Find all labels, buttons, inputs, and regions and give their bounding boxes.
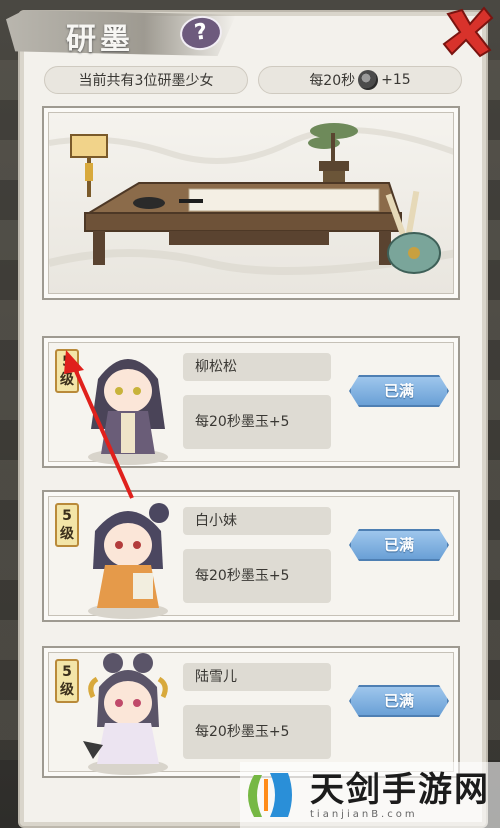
site-logo-icon	[248, 773, 292, 817]
maiden-name: 白小妹	[183, 507, 331, 535]
watermark: 天剑手游网 tianjianB.com	[240, 762, 500, 828]
close-button[interactable]	[440, 4, 496, 60]
maiden-card: 5 级 柳松松 每20秒墨玉+5 已满	[42, 336, 460, 468]
level-badge: 5 级	[55, 349, 79, 393]
page-title: 研墨	[66, 22, 134, 57]
maiden-card-inner: 5 级 陆雪儿 每20秒墨玉+5 已满	[48, 652, 454, 775]
level-number: 5	[62, 664, 72, 680]
close-icon	[442, 6, 494, 58]
maiden-portrait	[83, 653, 168, 775]
study-scene-illustration	[48, 112, 454, 294]
level-number: 5	[62, 508, 72, 524]
maiden-count-text: 当前共有3位研墨少女	[78, 73, 214, 89]
bonsai-icon	[308, 123, 358, 187]
maiden-portrait	[88, 359, 168, 465]
full-level-button[interactable]: 已满	[349, 375, 449, 407]
watermark-url: tianjianB.com	[310, 808, 418, 820]
level-unit: 级	[60, 682, 74, 698]
watermark-title: 天剑手游网	[310, 769, 490, 810]
maiden-name: 陆雪儿	[183, 663, 331, 691]
full-level-button[interactable]: 已满	[349, 685, 449, 717]
maiden-rate: 每20秒墨玉+5	[183, 395, 331, 449]
lamp-icon	[70, 134, 108, 197]
level-badge: 5 级	[55, 503, 79, 547]
maiden-card-inner: 5 级 白小妹 每20秒墨玉+5 已满	[48, 496, 454, 619]
info-row: 当前共有3位研墨少女 每20秒 +15	[44, 66, 462, 96]
study-scene	[42, 106, 460, 300]
maiden-card: 5 级 白小妹 每20秒墨玉+5 已满	[42, 490, 460, 622]
title-bar: 研墨 ?	[0, 0, 500, 60]
ink-rate-prefix: 每20秒	[309, 73, 356, 89]
ink-rate-suffix: +15	[381, 72, 411, 88]
maiden-count: 当前共有3位研墨少女	[44, 66, 248, 94]
level-unit: 级	[60, 526, 74, 542]
maiden-rate: 每20秒墨玉+5	[183, 549, 331, 603]
level-number: 5	[62, 354, 72, 370]
level-badge: 5 级	[55, 659, 79, 703]
maiden-portrait	[88, 503, 169, 619]
full-level-button[interactable]: 已满	[349, 529, 449, 561]
maiden-card-inner: 5 级 柳松松 每20秒墨玉+5 已满	[48, 342, 454, 465]
maiden-rate: 每20秒墨玉+5	[183, 705, 331, 759]
maiden-name: 柳松松	[183, 353, 331, 381]
ink-jade-icon	[358, 70, 379, 90]
ink-rate: 每20秒 +15	[258, 66, 462, 94]
level-unit: 级	[60, 372, 74, 388]
maiden-card: 5 级 陆雪儿 每20秒墨玉+5 已满	[42, 646, 460, 778]
